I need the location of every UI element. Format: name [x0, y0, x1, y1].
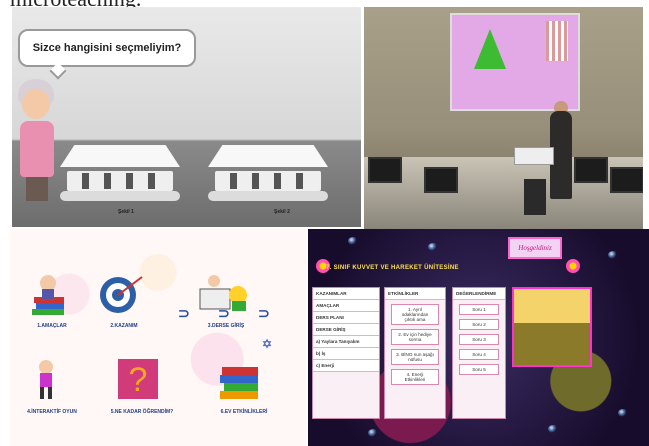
question-icon: ? — [118, 359, 158, 399]
activity-item[interactable]: 1. Ayrıl odaklarından çıktık ama — [391, 304, 439, 325]
books-icon — [32, 275, 64, 315]
water-drop — [618, 409, 628, 417]
monitor — [574, 157, 608, 183]
menu-item-label: 5.NE KADAR ÖĞRENDİM? — [110, 409, 174, 415]
left-menu-item[interactable]: c) Enerji — [313, 360, 379, 372]
menu-item-label: 6.EV ETKİNLİKLERİ — [220, 409, 268, 415]
activity-item[interactable]: 4. Enerji Etkinlikleri — [391, 369, 439, 385]
table-leg — [148, 173, 155, 189]
arrow-icon: ⊃ — [258, 305, 270, 321]
computer-case — [524, 179, 546, 215]
speech-text: Sizce hangisini seçmeliyim? — [32, 42, 182, 54]
left-menu-item[interactable]: KAZANIMLAR — [313, 288, 379, 300]
water-drop — [348, 237, 358, 245]
table-leg — [104, 173, 111, 189]
kids-photo — [512, 287, 592, 367]
flower-icon — [566, 259, 580, 273]
table-right[interactable] — [208, 145, 328, 201]
activity-item[interactable]: 3. BİNO nun aşağı nüfusu — [391, 349, 439, 365]
menu-item-label: 3.DERSE GİRİŞ — [207, 323, 245, 329]
left-menu-item[interactable]: a) Yaylara Tanıyalım — [313, 336, 379, 348]
game-scene-panel: Sizce hangisini seçmeliyim? Şekil 1 Şeki… — [12, 7, 361, 227]
table-base — [60, 191, 180, 201]
speech-bubble: Sizce hangisini seçmeliyim? — [18, 29, 196, 67]
table-leg — [252, 173, 259, 189]
menu-item-goals[interactable]: 1.AMAÇLAR — [12, 271, 92, 341]
monitor — [610, 167, 643, 193]
table-base — [208, 191, 328, 201]
menu-item-quiz[interactable]: ? 5.NE KADAR ÖĞRENDİM? — [102, 357, 182, 427]
homework-books-icon — [220, 367, 258, 399]
activities-menu: ETKİNLİKLER 1. Ayrıl odaklarından çıktık… — [384, 287, 446, 419]
player-icon — [39, 360, 53, 399]
left-menu: KAZANIMLAR AMAÇLAR DERS PLANI DERSE GİRİ… — [312, 287, 380, 419]
evaluation-menu: DEĞERLENDİRME Soru 1 Soru 2 Soru 3 Soru … — [452, 287, 506, 419]
question-button[interactable]: Soru 2 — [459, 319, 499, 330]
table-leg — [82, 173, 89, 189]
evaluation-heading: DEĞERLENDİRME — [453, 288, 505, 300]
pattern-image — [546, 21, 568, 61]
monitor — [368, 157, 402, 183]
table-top — [208, 145, 328, 167]
menu-item-label: 1.AMAÇLAR — [37, 323, 67, 329]
grandma-legs — [26, 177, 48, 201]
monitor — [424, 167, 458, 193]
table-right-label: Şekil 2 — [274, 209, 290, 215]
left-menu-item[interactable]: AMAÇLAR — [313, 300, 379, 312]
projection-screen — [450, 13, 580, 111]
unit-title: 7. SINIF KUVVET VE HAREKET ÜNİTESİNE — [326, 265, 459, 271]
welcome-text: Hoşgeldiniz — [518, 244, 552, 252]
tree-image — [474, 29, 506, 69]
table-leg — [230, 173, 237, 189]
menu-item-label: 2.KAZANIM — [110, 323, 138, 329]
table-left[interactable] — [60, 145, 180, 201]
classroom-photo — [364, 7, 643, 229]
svg-text:?: ? — [129, 361, 148, 399]
activity-item[interactable]: 2. Ev için hediye sorma — [391, 329, 439, 345]
question-button[interactable]: Soru 1 — [459, 304, 499, 315]
water-drop — [608, 251, 618, 259]
table-leg — [296, 173, 303, 189]
grandma-face — [22, 89, 50, 119]
water-drop — [428, 243, 438, 251]
question-button[interactable]: Soru 3 — [459, 334, 499, 345]
arrow-icon: ⊃ — [178, 305, 190, 321]
star-icon: ✡ — [262, 337, 273, 351]
arrow-icon: ⊃ — [218, 305, 230, 321]
target-icon — [100, 276, 143, 313]
left-menu-item[interactable]: DERS PLANI — [313, 312, 379, 324]
menu-item-game[interactable]: 4.İNTERAKTİF OYUN — [12, 357, 92, 427]
projector — [514, 147, 554, 165]
lesson-menu-panel: 1.AMAÇLAR 2.KAZANIM 3.DERSE GİRİŞ ⊃ ⊃ ⊃ … — [10, 229, 306, 446]
kids-image — [514, 289, 590, 323]
left-menu-item[interactable]: b) İş — [313, 348, 379, 360]
welcome-banner: Hoşgeldiniz — [508, 237, 562, 259]
table-leg — [274, 173, 281, 189]
water-drop — [368, 429, 378, 437]
question-button[interactable]: Soru 4 — [459, 349, 499, 360]
grandma-character — [14, 79, 58, 209]
left-menu-item[interactable]: DERSE GİRİŞ — [313, 324, 379, 336]
menu-item-label: 4.İNTERAKTİF OYUN — [27, 409, 77, 415]
table-left-label: Şekil 1 — [118, 209, 134, 215]
menu-item-outcomes[interactable]: 2.KAZANIM — [84, 271, 164, 341]
grandma-body — [20, 121, 54, 177]
activities-heading: ETKİNLİKLER — [385, 288, 445, 300]
table-leg — [126, 173, 133, 189]
question-button[interactable]: Soru 5 — [459, 364, 499, 375]
menu-item-homework[interactable]: 6.EV ETKİNLİKLERİ — [204, 357, 284, 427]
water-drop — [548, 425, 558, 433]
physics-unit-page: Hoşgeldiniz 7. SINIF KUVVET VE HAREKET Ü… — [308, 229, 649, 446]
table-top — [60, 145, 180, 167]
